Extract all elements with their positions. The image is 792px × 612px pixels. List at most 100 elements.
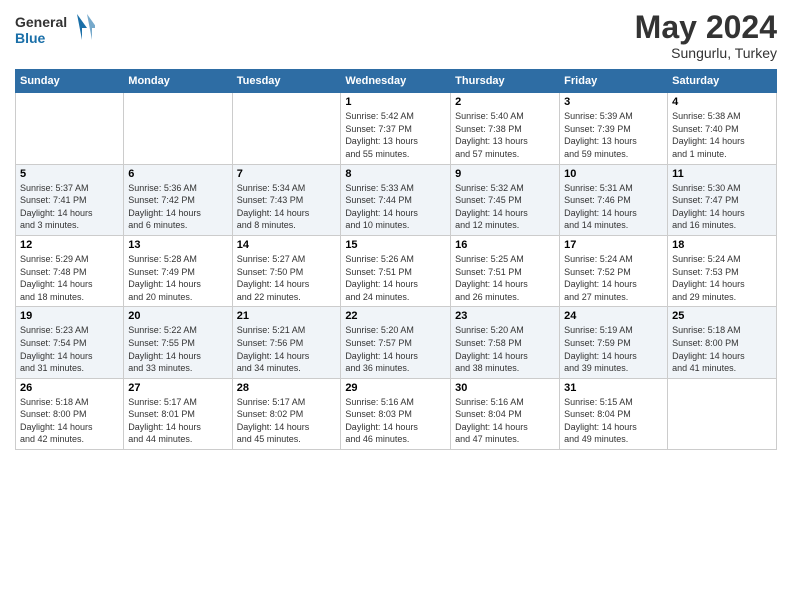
calendar-day-cell: 8Sunrise: 5:33 AM Sunset: 7:44 PM Daylig… — [341, 164, 451, 235]
day-number: 14 — [237, 239, 337, 251]
day-number: 4 — [672, 96, 772, 108]
calendar-day-cell: 15 Sunrise: 5:26 AM Sunset: 7:51 PM Dayli… — [341, 235, 451, 306]
day-number: 6 — [128, 168, 227, 180]
day-info: Sunrise: 5:38 AM Sunset: 7:40 PM Dayligh… — [672, 110, 772, 160]
calendar-day-cell: 18 Sunrise: 5:24 AM Sunset: 7:53 PM Dayli… — [668, 235, 777, 306]
svg-text:Blue: Blue — [15, 30, 46, 46]
day-info: Sunrise: 5:26 AM Sunset: 7:51 PM Dayligh… — [345, 253, 446, 303]
calendar-day-cell — [232, 93, 341, 164]
day-info: Sunrise: 5:20 AM Sunset: 7:58 PM Dayligh… — [455, 324, 555, 374]
month-title: May 2024 — [635, 10, 777, 45]
calendar-week-row: 5Sunrise: 5:37 AM Sunset: 7:41 PM Daylig… — [16, 164, 777, 235]
header-saturday: Saturday — [668, 70, 777, 93]
logo: General Blue — [15, 10, 95, 50]
day-number: 1 — [345, 96, 446, 108]
day-number: 23 — [455, 310, 555, 322]
day-info: Sunrise: 5:21 AM Sunset: 7:56 PM Dayligh… — [237, 324, 337, 374]
day-info: Sunrise: 5:39 AM Sunset: 7:39 PM Dayligh… — [564, 110, 663, 160]
day-info: Sunrise: 5:24 AM Sunset: 7:52 PM Dayligh… — [564, 253, 663, 303]
day-info: Sunrise: 5:40 AM Sunset: 7:38 PM Dayligh… — [455, 110, 555, 160]
day-number: 7 — [237, 168, 337, 180]
day-info: Sunrise: 5:24 AM Sunset: 7:53 PM Dayligh… — [672, 253, 772, 303]
day-number: 24 — [564, 310, 663, 322]
day-number: 29 — [345, 382, 446, 394]
day-info: Sunrise: 5:28 AM Sunset: 7:49 PM Dayligh… — [128, 253, 227, 303]
weekday-header-row: Sunday Monday Tuesday Wednesday Thursday… — [16, 70, 777, 93]
calendar-week-row: 1 Sunrise: 5:42 AM Sunset: 7:37 PM Daylig… — [16, 93, 777, 164]
calendar-day-cell: 27 Sunrise: 5:17 AM Sunset: 8:01 PM Dayli… — [124, 378, 232, 449]
calendar-day-cell: 14 Sunrise: 5:27 AM Sunset: 7:50 PM Dayli… — [232, 235, 341, 306]
day-number: 31 — [564, 382, 663, 394]
calendar-day-cell — [124, 93, 232, 164]
day-info: Sunrise: 5:25 AM Sunset: 7:51 PM Dayligh… — [455, 253, 555, 303]
day-info: Sunrise: 5:30 AM Sunset: 7:47 PM Dayligh… — [672, 182, 772, 232]
header-wednesday: Wednesday — [341, 70, 451, 93]
day-info: Sunrise: 5:34 AM Sunset: 7:43 PM Dayligh… — [237, 182, 337, 232]
calendar-day-cell: 22 Sunrise: 5:20 AM Sunset: 7:57 PM Dayli… — [341, 307, 451, 378]
calendar-day-cell: 25Sunrise: 5:18 AM Sunset: 8:00 PM Dayli… — [668, 307, 777, 378]
day-number: 20 — [128, 310, 227, 322]
calendar-day-cell: 9 Sunrise: 5:32 AM Sunset: 7:45 PM Daylig… — [451, 164, 560, 235]
title-block: May 2024 Sungurlu, Turkey — [635, 10, 777, 61]
calendar-day-cell: 17 Sunrise: 5:24 AM Sunset: 7:52 PM Dayli… — [560, 235, 668, 306]
day-info: Sunrise: 5:31 AM Sunset: 7:46 PM Dayligh… — [564, 182, 663, 232]
header-friday: Friday — [560, 70, 668, 93]
calendar-day-cell: 16 Sunrise: 5:25 AM Sunset: 7:51 PM Dayli… — [451, 235, 560, 306]
day-info: Sunrise: 5:20 AM Sunset: 7:57 PM Dayligh… — [345, 324, 446, 374]
day-info: Sunrise: 5:32 AM Sunset: 7:45 PM Dayligh… — [455, 182, 555, 232]
day-info: Sunrise: 5:17 AM Sunset: 8:01 PM Dayligh… — [128, 396, 227, 446]
calendar-day-cell — [16, 93, 124, 164]
svg-text:General: General — [15, 14, 67, 30]
day-info: Sunrise: 5:18 AM Sunset: 8:00 PM Dayligh… — [20, 396, 119, 446]
day-number: 17 — [564, 239, 663, 251]
calendar-day-cell: 5Sunrise: 5:37 AM Sunset: 7:41 PM Daylig… — [16, 164, 124, 235]
day-number: 19 — [20, 310, 119, 322]
day-info: Sunrise: 5:29 AM Sunset: 7:48 PM Dayligh… — [20, 253, 119, 303]
day-number: 25 — [672, 310, 772, 322]
subtitle: Sungurlu, Turkey — [635, 45, 777, 61]
header-thursday: Thursday — [451, 70, 560, 93]
day-number: 21 — [237, 310, 337, 322]
calendar-day-cell: 31Sunrise: 5:15 AM Sunset: 8:04 PM Dayli… — [560, 378, 668, 449]
day-number: 15 — [345, 239, 446, 251]
calendar-week-row: 12 Sunrise: 5:29 AM Sunset: 7:48 PM Dayli… — [16, 235, 777, 306]
day-number: 10 — [564, 168, 663, 180]
calendar-day-cell: 3 Sunrise: 5:39 AM Sunset: 7:39 PM Daylig… — [560, 93, 668, 164]
day-info: Sunrise: 5:42 AM Sunset: 7:37 PM Dayligh… — [345, 110, 446, 160]
calendar-day-cell: 7 Sunrise: 5:34 AM Sunset: 7:43 PM Daylig… — [232, 164, 341, 235]
calendar-day-cell: 28Sunrise: 5:17 AM Sunset: 8:02 PM Dayli… — [232, 378, 341, 449]
day-number: 27 — [128, 382, 227, 394]
calendar-day-cell: 4 Sunrise: 5:38 AM Sunset: 7:40 PM Daylig… — [668, 93, 777, 164]
calendar-day-cell: 6Sunrise: 5:36 AM Sunset: 7:42 PM Daylig… — [124, 164, 232, 235]
calendar-day-cell: 2Sunrise: 5:40 AM Sunset: 7:38 PM Daylig… — [451, 93, 560, 164]
day-number: 5 — [20, 168, 119, 180]
day-number: 9 — [455, 168, 555, 180]
calendar-day-cell: 21 Sunrise: 5:21 AM Sunset: 7:56 PM Dayli… — [232, 307, 341, 378]
day-info: Sunrise: 5:22 AM Sunset: 7:55 PM Dayligh… — [128, 324, 227, 374]
calendar-week-row: 26Sunrise: 5:18 AM Sunset: 8:00 PM Dayli… — [16, 378, 777, 449]
day-number: 11 — [672, 168, 772, 180]
day-info: Sunrise: 5:27 AM Sunset: 7:50 PM Dayligh… — [237, 253, 337, 303]
calendar-day-cell: 1 Sunrise: 5:42 AM Sunset: 7:37 PM Daylig… — [341, 93, 451, 164]
calendar-day-cell: 20 Sunrise: 5:22 AM Sunset: 7:55 PM Dayli… — [124, 307, 232, 378]
calendar-day-cell: 10 Sunrise: 5:31 AM Sunset: 7:46 PM Dayli… — [560, 164, 668, 235]
header: General Blue May 2024 Sungurlu, Turkey — [15, 10, 777, 61]
calendar: Sunday Monday Tuesday Wednesday Thursday… — [15, 69, 777, 450]
header-sunday: Sunday — [16, 70, 124, 93]
calendar-day-cell: 19Sunrise: 5:23 AM Sunset: 7:54 PM Dayli… — [16, 307, 124, 378]
day-number: 16 — [455, 239, 555, 251]
calendar-day-cell: 11 Sunrise: 5:30 AM Sunset: 7:47 PM Dayli… — [668, 164, 777, 235]
day-number: 12 — [20, 239, 119, 251]
day-info: Sunrise: 5:19 AM Sunset: 7:59 PM Dayligh… — [564, 324, 663, 374]
day-info: Sunrise: 5:16 AM Sunset: 8:03 PM Dayligh… — [345, 396, 446, 446]
calendar-day-cell: 29 Sunrise: 5:16 AM Sunset: 8:03 PM Dayli… — [341, 378, 451, 449]
calendar-day-cell: 26Sunrise: 5:18 AM Sunset: 8:00 PM Dayli… — [16, 378, 124, 449]
calendar-week-row: 19Sunrise: 5:23 AM Sunset: 7:54 PM Dayli… — [16, 307, 777, 378]
calendar-day-cell: 13 Sunrise: 5:28 AM Sunset: 7:49 PM Dayli… — [124, 235, 232, 306]
calendar-day-cell — [668, 378, 777, 449]
day-number: 13 — [128, 239, 227, 251]
calendar-day-cell: 23 Sunrise: 5:20 AM Sunset: 7:58 PM Dayli… — [451, 307, 560, 378]
day-number: 22 — [345, 310, 446, 322]
day-number: 18 — [672, 239, 772, 251]
day-number: 3 — [564, 96, 663, 108]
